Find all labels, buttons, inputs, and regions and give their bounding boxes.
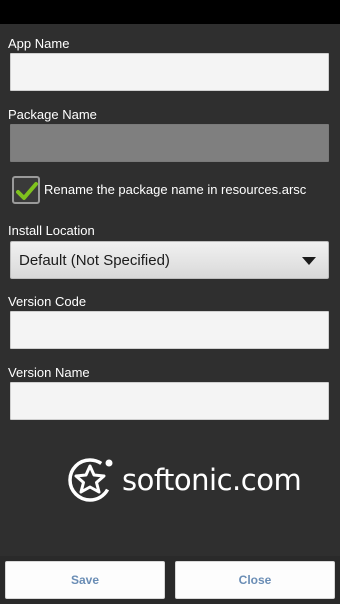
version-code-field[interactable]	[10, 311, 329, 349]
app-name-field[interactable]	[10, 53, 329, 91]
action-bar: Save Close	[0, 556, 340, 604]
status-bar	[0, 0, 340, 24]
softonic-wordmark: softonic.com	[122, 463, 302, 497]
install-location-value: Default (Not Specified)	[19, 252, 170, 269]
package-name-label: Package Name	[8, 107, 97, 122]
checkmark-icon	[16, 182, 38, 200]
softonic-star-icon	[68, 458, 113, 502]
package-name-field	[10, 124, 329, 162]
install-location-select[interactable]: Default (Not Specified)	[10, 241, 329, 279]
save-button[interactable]: Save	[5, 561, 165, 599]
version-code-label: Version Code	[8, 294, 87, 309]
version-name-field[interactable]	[10, 382, 329, 420]
dropdown-arrow-icon	[302, 257, 316, 265]
install-location-label: Install Location	[8, 223, 95, 238]
rename-package-checkbox[interactable]	[12, 176, 40, 204]
version-name-label: Version Name	[8, 365, 90, 380]
softonic-watermark: softonic.com	[66, 454, 302, 508]
app-name-label: App Name	[8, 36, 70, 51]
close-button[interactable]: Close	[175, 561, 335, 599]
rename-package-label: Rename the package name in resources.ars…	[44, 182, 307, 197]
rename-package-option[interactable]: Rename the package name in resources.ars…	[12, 176, 332, 206]
